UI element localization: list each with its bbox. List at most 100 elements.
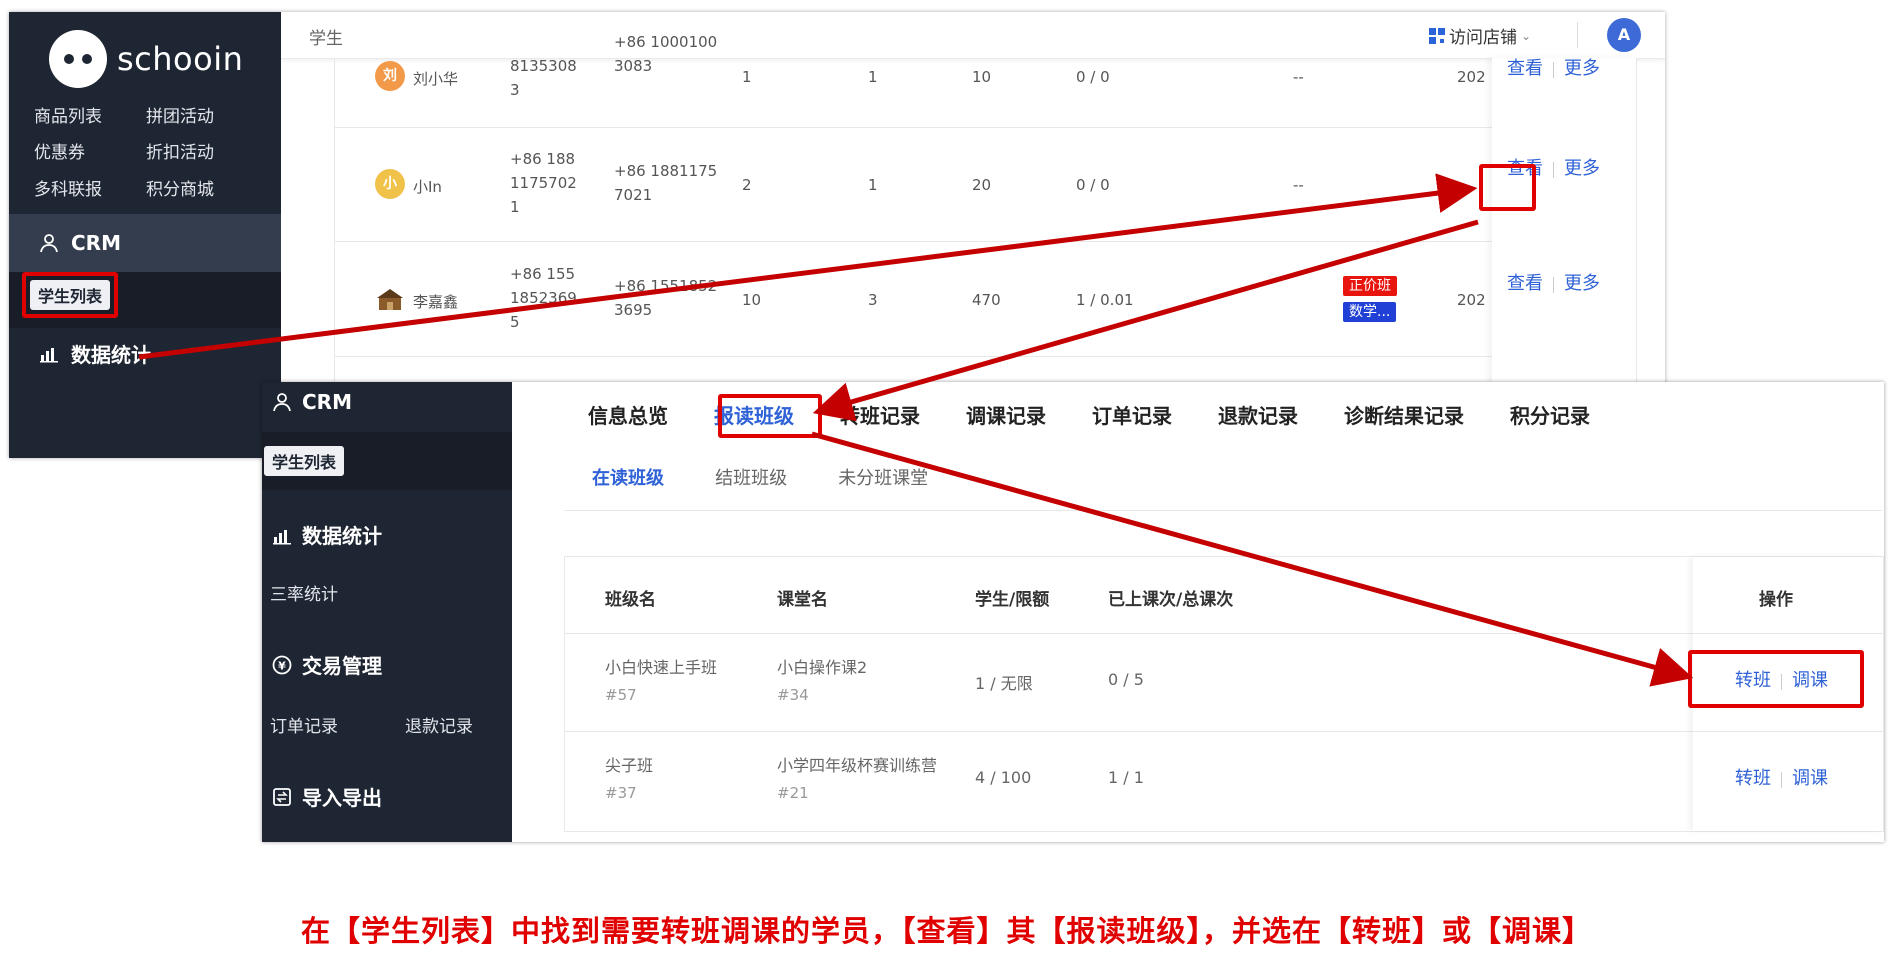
enrolled-tab-highlight bbox=[718, 394, 822, 438]
row-actions: 查看 更多 bbox=[1507, 54, 1600, 80]
sidebar-section-crm[interactable]: CRM bbox=[9, 214, 281, 272]
phone-line: 1 bbox=[510, 198, 520, 216]
sidebar-section-stats[interactable]: 数据统计 bbox=[9, 324, 281, 382]
class-count: 2 bbox=[742, 176, 752, 194]
tab-diagnosis-records[interactable]: 诊断结果记录 bbox=[1344, 400, 1464, 429]
date-cell: 202 bbox=[1457, 68, 1486, 86]
row-actions: 查看 更多 bbox=[1507, 269, 1600, 295]
more-link[interactable]: 更多 bbox=[1564, 158, 1600, 179]
parent-phone: +86 1551852 3695 bbox=[614, 274, 717, 322]
trade-label: 交易管理 bbox=[302, 654, 382, 678]
student-phone: 8135308 3 bbox=[510, 54, 577, 102]
date-cell: 202 bbox=[1457, 291, 1486, 309]
course-id: #21 bbox=[777, 784, 809, 802]
instruction-caption: 在【学生列表】中找到需要转班调课的学员，【查看】其【报读班级】，并选在【转班】或… bbox=[300, 914, 1592, 948]
user-icon bbox=[39, 233, 59, 253]
sidebar-section-import-export[interactable]: 导入导出 bbox=[272, 782, 382, 811]
sidebar-item-student-list[interactable]: 学生列表 bbox=[30, 280, 111, 310]
class-count: 1 bbox=[742, 68, 752, 86]
tags-cell: -- bbox=[1293, 68, 1304, 86]
sidebar-link-multi-subject[interactable]: 多科联报 bbox=[34, 175, 102, 200]
sidebar-link-group-buy[interactable]: 拼团活动 bbox=[146, 102, 214, 127]
phone-line: 3083 bbox=[614, 57, 653, 75]
class-name: 小白快速上手班 bbox=[605, 658, 718, 677]
sidebar: CRM 学生列表 数据统计 三率统计 ¥ 交易管理 订单记录 退款记录 导入导出 bbox=[262, 382, 512, 842]
tab-reschedule-records[interactable]: 调课记录 bbox=[966, 400, 1046, 429]
course-id: #34 bbox=[777, 686, 809, 704]
tab-order-records[interactable]: 订单记录 bbox=[1092, 400, 1172, 429]
subtab-finished-classes[interactable]: 结班班级 bbox=[715, 464, 787, 490]
sidebar-item-student-list[interactable]: 学生列表 bbox=[264, 446, 345, 476]
student-name[interactable]: 刘小华 bbox=[413, 68, 458, 89]
sidebar-link-refunds[interactable]: 退款记录 bbox=[405, 712, 473, 737]
view-link-highlight bbox=[1479, 164, 1536, 211]
logo-text: schooin bbox=[117, 40, 244, 78]
class-count: 10 bbox=[742, 291, 762, 309]
student-phone: +86 188 1175702 1 bbox=[510, 147, 577, 219]
sidebar-section-crm[interactable]: CRM bbox=[272, 390, 352, 414]
stats-label: 数据统计 bbox=[302, 524, 382, 548]
view-link[interactable]: 查看 bbox=[1507, 58, 1543, 79]
tab-refund-records[interactable]: 退款记录 bbox=[1218, 400, 1298, 429]
lessons-progress: 1 / 1 bbox=[1108, 768, 1144, 787]
phone-line: 3 bbox=[510, 81, 520, 99]
paid-amount: 0 / 0 bbox=[1076, 68, 1110, 86]
sidebar-section-trade[interactable]: ¥ 交易管理 bbox=[272, 650, 382, 679]
sidebar-link-points-mall[interactable]: 积分商城 bbox=[146, 175, 214, 200]
phone-line: +86 155 bbox=[510, 265, 576, 283]
divider bbox=[1553, 61, 1554, 78]
student-list-highlight: 学生列表 bbox=[22, 272, 119, 318]
more-link[interactable]: 更多 bbox=[1564, 58, 1600, 79]
students-limit: 1 / 无限 bbox=[975, 674, 1033, 693]
course-name: 小白操作课2 bbox=[777, 658, 868, 677]
view-link[interactable]: 查看 bbox=[1507, 273, 1543, 294]
points: 10 bbox=[972, 68, 992, 86]
sidebar-link-discounts[interactable]: 折扣活动 bbox=[146, 138, 214, 163]
sidebar: schooin 商品列表 拼团活动 优惠券 折扣活动 多科联报 积分商城 CRM… bbox=[9, 12, 281, 458]
class-id: #37 bbox=[605, 784, 637, 802]
student-name[interactable]: 李嘉鑫 bbox=[413, 291, 458, 312]
class-name: 尖子班 bbox=[605, 756, 654, 775]
lessons-progress: 0 / 5 bbox=[1108, 670, 1144, 689]
sidebar-link-three-rates[interactable]: 三率统计 bbox=[270, 580, 338, 605]
tags-cell: -- bbox=[1293, 176, 1304, 194]
parent-phone: +86 1881175 7021 bbox=[614, 159, 717, 207]
divider bbox=[1553, 161, 1554, 178]
more-link[interactable]: 更多 bbox=[1564, 273, 1600, 294]
phone-line: +86 188 bbox=[510, 150, 576, 168]
table-row: 小 小In +86 188 1175702 1 +86 1881175 7021… bbox=[335, 127, 1636, 242]
bar-chart-icon bbox=[272, 525, 292, 545]
phone-line: 8135308 bbox=[510, 57, 577, 75]
subtab-current-classes[interactable]: 在读班级 bbox=[592, 464, 664, 490]
student-name[interactable]: 小In bbox=[413, 176, 442, 197]
sidebar-section-stats[interactable]: 数据统计 bbox=[272, 520, 382, 549]
student-avatar: 刘 bbox=[375, 61, 405, 91]
course-count: 1 bbox=[868, 68, 878, 86]
header-lessons: 已上课次/总课次 bbox=[1108, 590, 1234, 610]
sidebar-link-coupons[interactable]: 优惠券 bbox=[34, 138, 85, 163]
phone-line: 3695 bbox=[614, 301, 653, 319]
student-phone: +86 155 1852369 5 bbox=[510, 262, 577, 334]
students-limit: 4 / 100 bbox=[975, 768, 1032, 787]
crm-label: CRM bbox=[71, 231, 121, 255]
tab-points-records[interactable]: 积分记录 bbox=[1510, 400, 1590, 429]
sub-tabs: 在读班级 结班班级 未分班课堂 bbox=[592, 464, 974, 490]
course-count: 1 bbox=[868, 176, 878, 194]
phone-line: 5 bbox=[510, 313, 520, 331]
sidebar-link-products[interactable]: 商品列表 bbox=[34, 102, 102, 127]
enrolled-classes-table: 班级名 课堂名 学生/限额 已上课次/总课次 操作 小白快速上手班 #57 小白… bbox=[564, 556, 1884, 832]
tab-transfer-records[interactable]: 转班记录 bbox=[840, 400, 920, 429]
points: 470 bbox=[972, 291, 1001, 309]
bar-chart-icon bbox=[39, 343, 59, 363]
phone-line: 1175702 bbox=[510, 174, 577, 192]
crm-label: CRM bbox=[302, 390, 352, 414]
tab-overview[interactable]: 信息总览 bbox=[588, 400, 668, 429]
import-export-icon bbox=[272, 787, 292, 807]
sidebar-link-orders[interactable]: 订单记录 bbox=[270, 712, 338, 737]
phone-line: +86 1000100 bbox=[614, 33, 718, 51]
header-class-name: 班级名 bbox=[605, 590, 656, 610]
header-course-name: 课堂名 bbox=[777, 590, 828, 610]
transfer-reschedule-highlight bbox=[1688, 650, 1864, 708]
subtab-unassigned[interactable]: 未分班课堂 bbox=[838, 464, 928, 490]
import-export-label: 导入导出 bbox=[302, 786, 382, 810]
